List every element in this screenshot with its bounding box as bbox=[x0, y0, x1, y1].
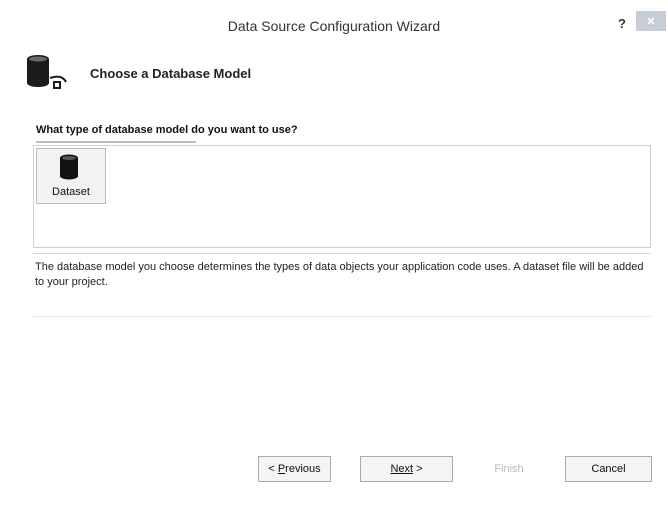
previous-prefix: < bbox=[268, 463, 278, 475]
next-rest: ext bbox=[398, 463, 414, 475]
cancel-label: Cancel bbox=[591, 463, 626, 475]
description-text: The database model you choose determines… bbox=[33, 253, 651, 317]
next-mnemonic: N bbox=[390, 463, 399, 475]
title-bar: Data Source Configuration Wizard ? ✕ bbox=[0, 0, 668, 44]
list-item-dataset[interactable]: Dataset bbox=[36, 148, 106, 204]
close-button[interactable]: ✕ bbox=[636, 11, 666, 31]
question-underline bbox=[36, 141, 196, 143]
database-connection-icon bbox=[27, 55, 67, 89]
previous-rest: revious bbox=[285, 463, 321, 475]
previous-mnemonic: P bbox=[277, 463, 286, 475]
help-button[interactable]: ? bbox=[618, 16, 626, 31]
finish-button[interactable]: Finish bbox=[466, 456, 552, 482]
list-item-label: Dataset bbox=[52, 186, 90, 198]
next-suffix: > bbox=[413, 463, 423, 475]
cancel-button[interactable]: Cancel bbox=[565, 456, 652, 482]
question-label: What type of database model do you want … bbox=[36, 124, 298, 136]
close-icon: ✕ bbox=[646, 15, 656, 28]
finish-label: Finish bbox=[494, 463, 524, 475]
previous-button[interactable]: < Previous bbox=[258, 456, 331, 482]
next-button[interactable]: Next > bbox=[360, 456, 453, 482]
window-title: Data Source Configuration Wizard bbox=[227, 18, 441, 34]
model-list[interactable]: Dataset bbox=[33, 145, 651, 248]
database-icon bbox=[60, 154, 78, 180]
page-title: Choose a Database Model bbox=[90, 66, 252, 81]
